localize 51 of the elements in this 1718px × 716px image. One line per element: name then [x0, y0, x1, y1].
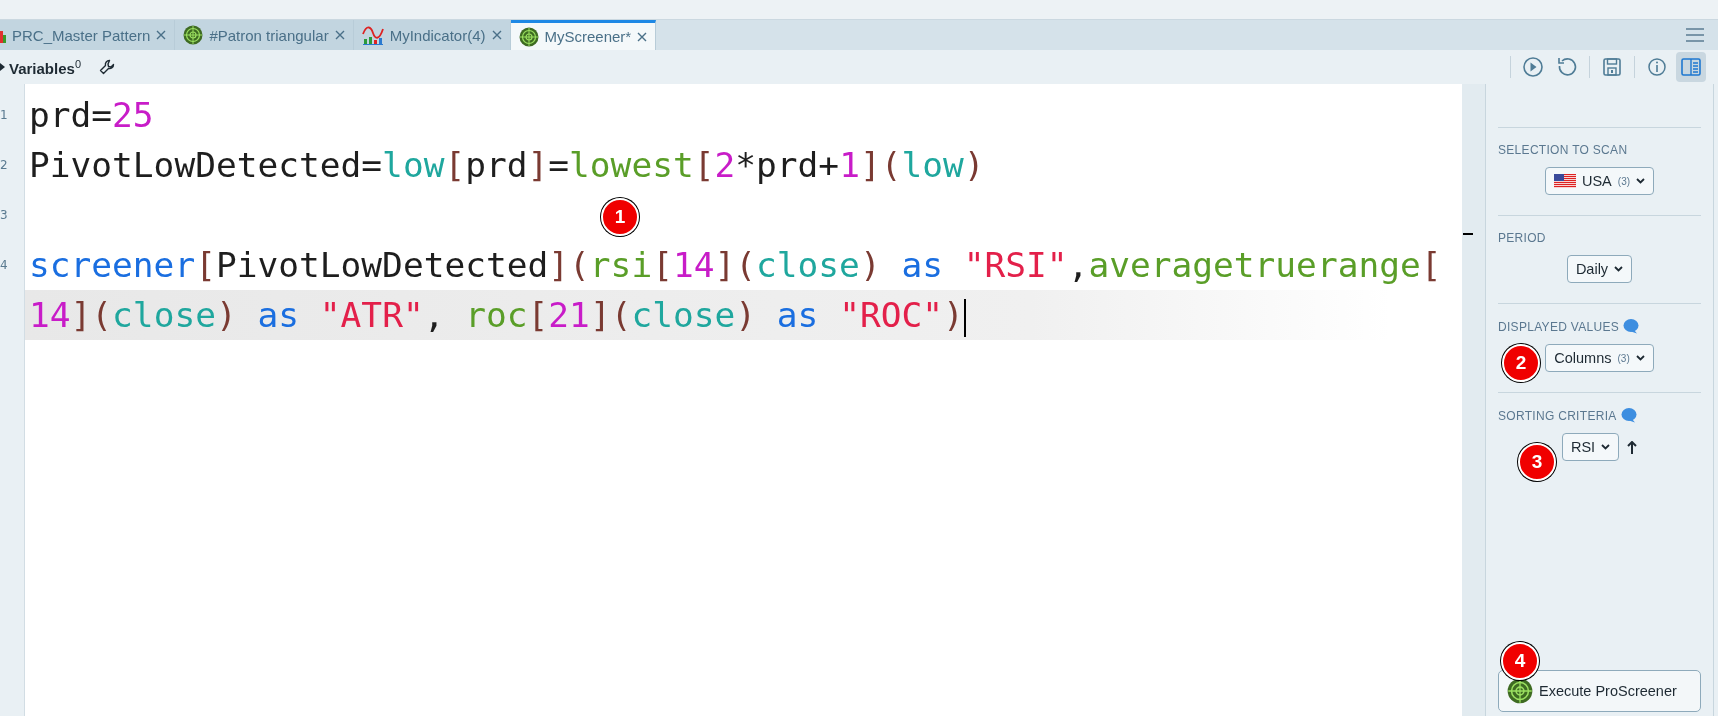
tab-label: PRC_Master Pattern [12, 26, 151, 44]
sort-dropdown[interactable]: RSI [1561, 433, 1620, 461]
undo-icon [1556, 56, 1578, 78]
tab-label: #Patron triangular [209, 26, 329, 44]
editor-tab[interactable]: MyIndicator(4) [353, 20, 511, 50]
radar-icon [183, 25, 204, 45]
chevron-down-icon [1614, 266, 1624, 272]
line-number: 4 [0, 258, 9, 272]
help-bubble-icon[interactable] [1623, 319, 1640, 334]
period-dropdown[interactable]: Daily [1566, 255, 1633, 283]
indicator-chart-icon [361, 25, 384, 45]
chevron-down-icon [1601, 444, 1611, 450]
line-number: 2 [0, 158, 9, 172]
wrench-icon[interactable] [99, 59, 115, 75]
arrow-up-icon[interactable] [1627, 440, 1638, 454]
line-number: 1 [0, 108, 9, 122]
close-icon[interactable] [156, 30, 167, 40]
panel-toggle-button[interactable] [1676, 52, 1706, 82]
code-line: 14](close) as "ATR", roc[21](close) as "ROC") [29, 295, 964, 335]
section-label: SORTING CRITERIA [1498, 408, 1617, 423]
section-label: PERIOD [1498, 231, 1546, 245]
section-label: SELECTION TO SCAN [1498, 143, 1628, 157]
flag-icon [1553, 174, 1576, 188]
tab-label: MyScreener* [544, 28, 632, 45]
editor-tab[interactable]: MyScreener* [510, 20, 657, 50]
scroll-marker [1463, 233, 1473, 235]
radar-icon [1507, 678, 1533, 704]
code-line: PivotLowDetected=low[prd]=lowest[2*prd+1](low) [29, 145, 985, 185]
close-icon[interactable] [637, 31, 648, 42]
close-icon[interactable] [491, 30, 502, 40]
section-label: DISPLAYED VALUES [1498, 319, 1620, 334]
panel-icon [1680, 56, 1702, 78]
editor-tab[interactable]: #Patron triangular [175, 20, 354, 50]
run-icon [1522, 56, 1544, 78]
text-cursor [963, 298, 966, 337]
menu-icon[interactable] [1686, 28, 1704, 42]
code-line: screener[PivotLowDetected](rsi[14](close) as "RSI",averagetruerange[ [29, 245, 1442, 285]
line-number: 3 [0, 208, 9, 222]
chevron-down-icon [1636, 178, 1646, 184]
close-icon[interactable] [334, 30, 345, 40]
execute-button[interactable]: Execute ProScreener [1498, 670, 1701, 712]
help-bubble-icon[interactable] [1620, 408, 1637, 423]
tab-label: MyIndicator(4) [389, 26, 486, 44]
save-icon [1601, 56, 1623, 78]
chevron-down-icon [1635, 355, 1645, 361]
info-icon [1646, 56, 1668, 78]
radar-icon [518, 26, 539, 47]
expand-arrow-icon[interactable] [0, 62, 5, 72]
editor-tab[interactable]: PRC_Master Pattern [0, 20, 176, 50]
code-line: prd=25 [29, 95, 154, 135]
variables-toggle[interactable]: Variables$^{0}$ [9, 57, 81, 77]
